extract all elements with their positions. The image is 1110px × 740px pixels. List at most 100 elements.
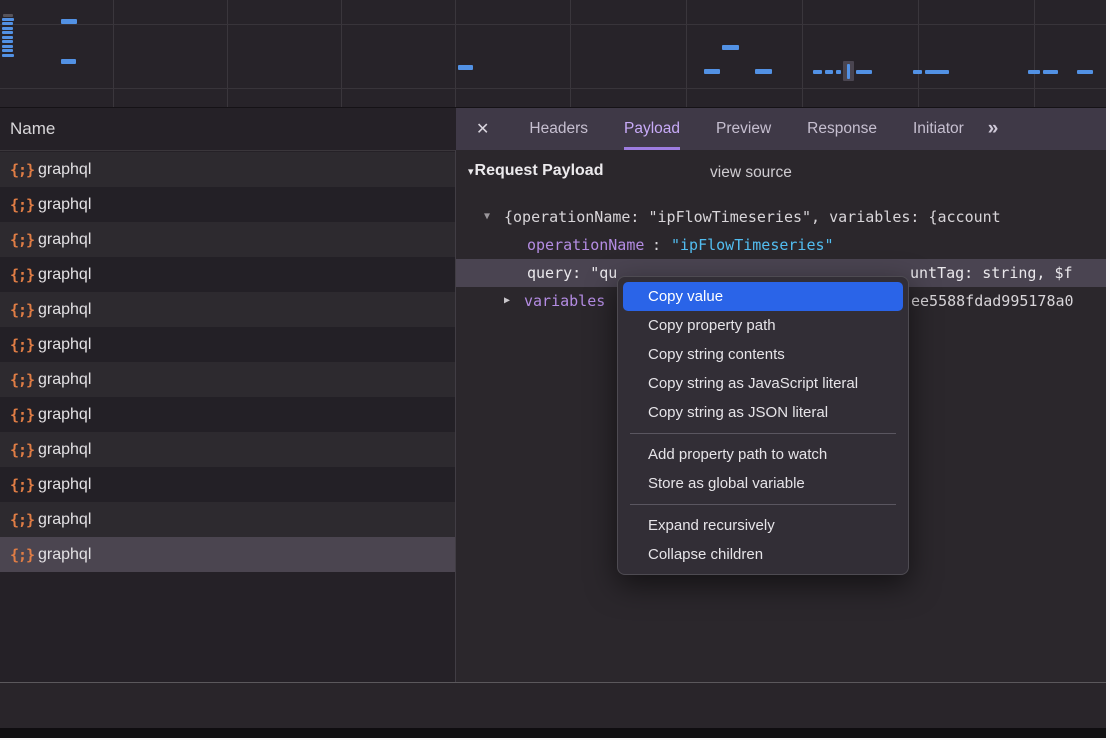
menu-item-copy-string-js-literal[interactable]: Copy string as JavaScript literal — [623, 369, 903, 398]
json-braces-icon: {;} — [10, 371, 38, 389]
request-timing-bar — [2, 54, 14, 57]
request-payload-section-toggle[interactable]: ▾ Request Payload — [468, 162, 603, 180]
request-name: graphql — [38, 511, 91, 529]
json-braces-icon: {;} — [10, 231, 38, 249]
json-braces-icon: {;} — [10, 476, 38, 494]
table-row[interactable]: {;} graphql — [0, 292, 455, 327]
request-timing-bar — [847, 64, 850, 79]
table-row[interactable]: {;} graphql — [0, 432, 455, 467]
json-braces-icon: {;} — [10, 546, 38, 564]
table-row[interactable]: {;} graphql — [0, 152, 455, 187]
menu-separator — [630, 504, 896, 505]
request-timing-bar — [3, 14, 13, 17]
tab-payload[interactable]: Payload — [624, 108, 680, 150]
request-timing-bar — [755, 69, 772, 74]
json-key-value-left: query: "qu — [527, 259, 617, 287]
timeline-gridline — [455, 0, 456, 107]
request-name: graphql — [38, 336, 91, 354]
menu-item-copy-property-path[interactable]: Copy property path — [623, 311, 903, 340]
request-name: graphql — [38, 196, 91, 214]
section-title: Request Payload — [475, 162, 604, 180]
name-column-header[interactable]: Name — [0, 108, 455, 151]
expanded-triangle-icon: ▼ — [484, 203, 490, 231]
context-menu: Copy value Copy property path Copy strin… — [617, 276, 909, 575]
json-braces-icon: {;} — [10, 161, 38, 179]
timeline-gridline — [0, 24, 1106, 25]
request-name: graphql — [38, 161, 91, 179]
panel-split-divider[interactable] — [455, 150, 456, 728]
menu-item-copy-value[interactable]: Copy value — [623, 282, 903, 311]
request-timing-bar — [2, 40, 13, 43]
tab-preview[interactable]: Preview — [716, 108, 771, 150]
request-timing-bar — [2, 45, 13, 48]
table-row[interactable]: {;} graphql — [0, 502, 455, 537]
requests-list: {;} graphql {;} graphql {;} graphql {;} … — [0, 152, 455, 572]
timeline-gridline — [113, 0, 114, 107]
request-name: graphql — [38, 546, 91, 564]
tab-initiator[interactable]: Initiator — [913, 108, 964, 150]
json-key: operationName — [527, 231, 644, 259]
request-timing-bar — [704, 69, 720, 74]
request-timing-bar — [722, 45, 739, 50]
request-timing-bar — [61, 19, 77, 24]
timeline-gridline — [0, 88, 1106, 89]
menu-item-copy-string-contents[interactable]: Copy string contents — [623, 340, 903, 369]
collapsed-triangle-icon: ▶ — [504, 287, 510, 315]
json-root-preview: {operationName: "ipFlowTimeseries", vari… — [504, 203, 1001, 231]
tab-response[interactable]: Response — [807, 108, 877, 150]
tab-headers[interactable]: Headers — [529, 108, 588, 150]
table-row[interactable]: {;} graphql — [0, 327, 455, 362]
request-timing-bar — [2, 18, 14, 21]
table-row[interactable]: {;} graphql — [0, 467, 455, 502]
window-bottom-edge — [0, 728, 1106, 738]
json-braces-icon: {;} — [10, 336, 38, 354]
json-braces-icon: {;} — [10, 406, 38, 424]
json-value-right: ee5588fdad995178a0 — [911, 287, 1074, 315]
devtools-window: Name {;} graphql {;} graphql {;} graphql… — [0, 0, 1106, 738]
request-timing-bar — [2, 49, 13, 52]
json-row-operationname[interactable]: operationName : "ipFlowTimeseries" — [456, 231, 1106, 259]
detail-tab-bar: ✕ Headers Payload Preview Response Initi… — [456, 108, 1106, 150]
request-timing-bar — [2, 27, 13, 30]
menu-item-store-as-global-variable[interactable]: Store as global variable — [623, 469, 903, 498]
table-row[interactable]: {;} graphql — [0, 187, 455, 222]
json-value-right: untTag: string, $f — [910, 259, 1073, 287]
request-timing-bar — [2, 36, 13, 39]
json-string-value: "ipFlowTimeseries" — [671, 231, 834, 259]
menu-item-add-property-path-to-watch[interactable]: Add property path to watch — [623, 440, 903, 469]
more-tabs-icon[interactable]: » — [988, 108, 999, 150]
table-row[interactable]: {;} graphql — [0, 222, 455, 257]
request-timing-bar — [1077, 70, 1093, 74]
menu-item-expand-recursively[interactable]: Expand recursively — [623, 511, 903, 540]
json-root-row[interactable]: ▼ {operationName: "ipFlowTimeseries", va… — [456, 203, 1106, 231]
request-name: graphql — [38, 231, 91, 249]
json-braces-icon: {;} — [10, 266, 38, 284]
request-timing-bar — [61, 59, 76, 64]
devtools-network-panel: Name {;} graphql {;} graphql {;} graphql… — [0, 0, 1110, 740]
menu-item-collapse-children[interactable]: Collapse children — [623, 540, 903, 569]
timeline-gridline — [341, 0, 342, 107]
timeline-gridline — [918, 0, 919, 107]
table-row-selected[interactable]: {;} graphql — [0, 537, 455, 572]
requests-panel: Name {;} graphql {;} graphql {;} graphql… — [0, 108, 455, 682]
json-braces-icon: {;} — [10, 441, 38, 459]
request-timing-bar — [825, 70, 833, 74]
view-source-link[interactable]: view source — [710, 164, 792, 182]
timeline-gridline — [570, 0, 571, 107]
request-timing-bar — [913, 70, 922, 74]
close-icon[interactable]: ✕ — [470, 108, 495, 150]
request-timing-bar — [813, 70, 822, 74]
table-row[interactable]: {;} graphql — [0, 257, 455, 292]
disclosure-triangle-icon: ▾ — [468, 165, 474, 178]
menu-item-copy-string-json-literal[interactable]: Copy string as JSON literal — [623, 398, 903, 427]
footer-area — [0, 683, 1106, 728]
json-braces-icon: {;} — [10, 196, 38, 214]
network-overview-timeline[interactable] — [0, 0, 1106, 108]
table-row[interactable]: {;} graphql — [0, 362, 455, 397]
timeline-gridline — [227, 0, 228, 107]
request-name: graphql — [38, 441, 91, 459]
table-row[interactable]: {;} graphql — [0, 397, 455, 432]
json-key: variables — [524, 287, 605, 315]
timeline-gridline — [1034, 0, 1035, 107]
request-timing-bar — [2, 22, 13, 25]
